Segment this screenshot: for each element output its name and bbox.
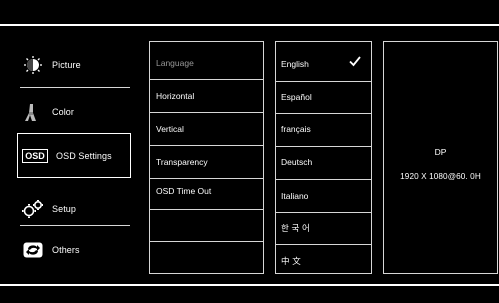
picture-icon (20, 54, 46, 76)
language-label: English (281, 59, 309, 69)
menu-item-setup[interactable]: Setup (20, 192, 132, 226)
language-option-francais[interactable]: français (276, 113, 371, 145)
menu-item-label: Others (52, 245, 80, 255)
menu-item-others[interactable]: Others (20, 233, 132, 267)
osd-icon-text: OSD (22, 149, 48, 163)
setting-osd-time-out[interactable]: OSD Time Out (150, 175, 263, 207)
resolution-text: 1920 X 1080@60. 0H (400, 172, 481, 181)
menu-item-color[interactable]: Color (20, 95, 132, 129)
menu-item-osd-settings[interactable]: OSD OSD Settings (20, 139, 132, 173)
language-option-chinese[interactable]: 中 文 (276, 245, 371, 277)
language-option-espanol[interactable]: Español (276, 81, 371, 113)
setup-gears-icon (20, 198, 46, 220)
setting-vertical[interactable]: Vertical (150, 113, 263, 145)
menu-item-label: Setup (52, 204, 77, 214)
row-divider (150, 209, 263, 210)
menu-divider (20, 225, 130, 226)
checkmark-icon (349, 56, 361, 67)
menu-item-label: Picture (52, 60, 81, 70)
osd-settings-panel: Language Horizontal Vertical Transparenc… (149, 41, 264, 274)
osd-icon: OSD (20, 145, 50, 167)
input-source: DP (434, 147, 447, 157)
setting-language[interactable]: Language (150, 47, 263, 79)
others-icon (20, 239, 46, 261)
menu-divider (20, 87, 130, 88)
menu-item-label: OSD Settings (56, 151, 112, 161)
signal-info-panel: DP 1920 X 1080@60. 0H (383, 41, 498, 274)
language-panel: English Español français Deutsch Italian… (275, 41, 372, 274)
setting-horizontal[interactable]: Horizontal (150, 80, 263, 112)
top-border (0, 24, 499, 26)
language-option-italiano[interactable]: Italiano (276, 180, 371, 212)
language-option-korean[interactable]: 한 국 어 (276, 212, 371, 244)
setting-transparency[interactable]: Transparency (150, 146, 263, 178)
row-divider (150, 241, 263, 242)
bottom-border (0, 284, 499, 286)
menu-item-picture[interactable]: Picture (20, 48, 132, 82)
language-option-english[interactable]: English (276, 48, 371, 80)
language-option-deutsch[interactable]: Deutsch (276, 146, 371, 178)
color-icon (20, 101, 46, 123)
menu-item-label: Color (52, 107, 75, 117)
